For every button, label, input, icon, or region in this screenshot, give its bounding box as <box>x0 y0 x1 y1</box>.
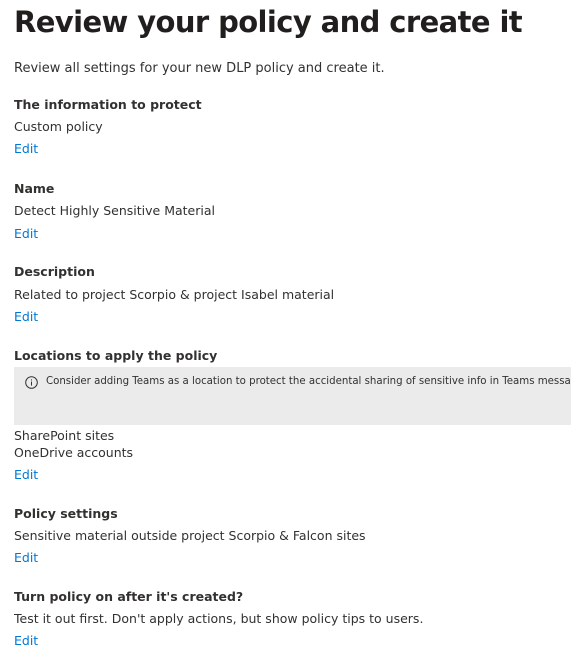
location-item-onedrive: OneDrive accounts <box>14 445 134 460</box>
edit-name-link[interactable]: Edit <box>14 225 38 243</box>
section-value: Test it out first. Don't apply actions, … <box>14 611 424 626</box>
section-description: Description Related to project Scorpio &… <box>14 263 571 326</box>
section-information-to-protect: The information to protect Custom policy… <box>14 96 571 158</box>
page-subtitle: Review all settings for your new DLP pol… <box>14 61 385 76</box>
edit-turn-on-link[interactable]: Edit <box>14 632 38 650</box>
section-value: Custom policy <box>14 119 103 134</box>
edit-policy-settings-link[interactable]: Edit <box>14 549 38 567</box>
edit-locations-link[interactable]: Edit <box>14 466 38 484</box>
section-turn-on: Turn policy on after it's created? Test … <box>14 588 571 650</box>
section-heading: Name <box>14 181 55 196</box>
edit-information-link[interactable]: Edit <box>14 140 38 158</box>
page-title: Review your policy and create it <box>14 5 523 39</box>
section-locations-list: SharePoint sites OneDrive accounts Edit <box>14 427 571 484</box>
section-locations-heading: Locations to apply the policy <box>14 347 571 365</box>
notice-text: Consider adding Teams as a location to p… <box>46 376 571 387</box>
location-item-sharepoint: SharePoint sites <box>14 428 115 443</box>
edit-description-link[interactable]: Edit <box>14 308 38 326</box>
section-heading: Turn policy on after it's created? <box>14 589 244 604</box>
section-heading: The information to protect <box>14 97 202 112</box>
section-name: Name Detect Highly Sensitive Material Ed… <box>14 180 571 243</box>
teams-location-notice: Consider adding Teams as a location to p… <box>14 367 571 425</box>
section-heading: Locations to apply the policy <box>14 348 218 363</box>
info-icon <box>25 376 38 389</box>
section-value: Sensitive material outside project Scorp… <box>14 528 366 543</box>
section-heading: Description <box>14 264 95 279</box>
section-policy-settings: Policy settings Sensitive material outsi… <box>14 505 571 567</box>
section-heading: Policy settings <box>14 506 118 521</box>
section-value: Related to project Scorpio & project Isa… <box>14 287 335 302</box>
section-value: Detect Highly Sensitive Material <box>14 203 215 218</box>
